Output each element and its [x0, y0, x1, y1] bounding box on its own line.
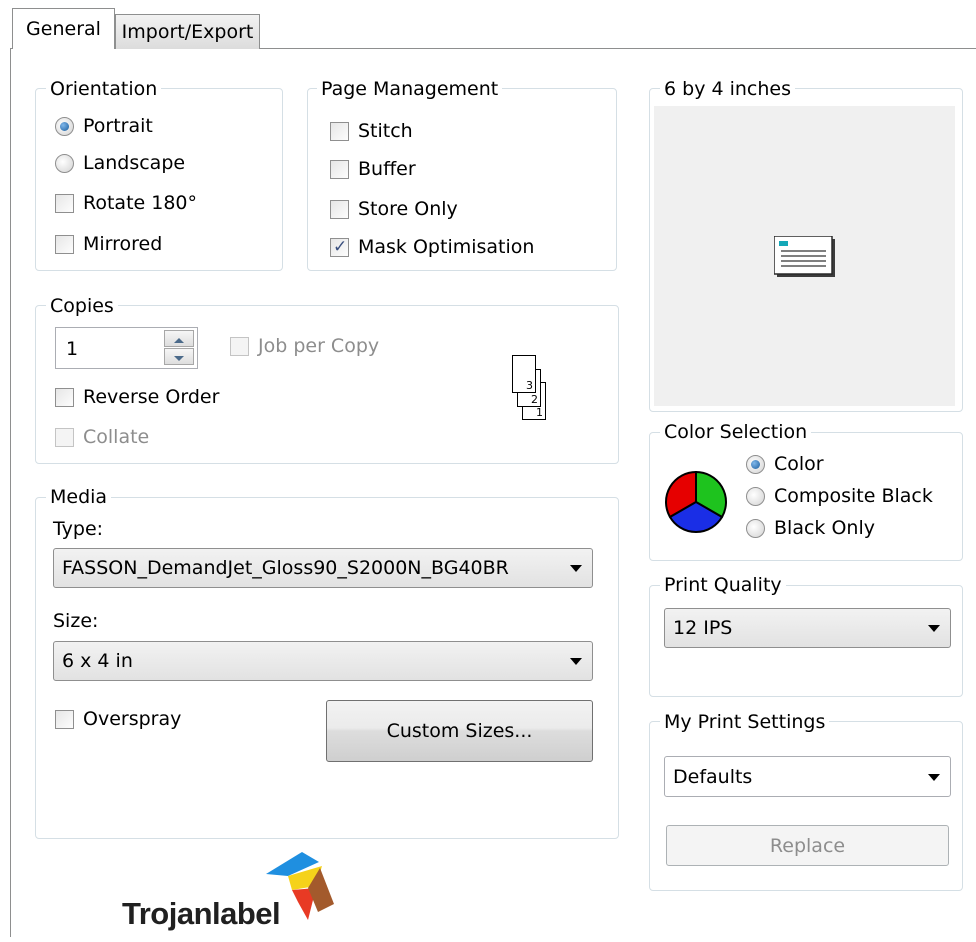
overspray-checkbox[interactable]: Overspray	[55, 707, 181, 731]
checkbox-icon	[330, 199, 349, 219]
color-label: Color	[774, 453, 824, 475]
checkbox-icon	[55, 193, 74, 213]
page-management-legend: Page Management	[317, 78, 503, 100]
overspray-label: Overspray	[83, 708, 182, 730]
checkbox-icon	[55, 234, 74, 254]
dropdown-arrow-icon	[570, 565, 582, 572]
checkbox-icon	[55, 709, 74, 729]
radio-selected-icon	[746, 454, 765, 474]
radio-unselected-icon	[746, 486, 765, 506]
tab-general[interactable]: General	[12, 8, 115, 49]
rotate-180-checkbox[interactable]: Rotate 180°	[55, 191, 197, 215]
print-quality-value: 12 IPS	[673, 617, 733, 639]
my-print-settings-dropdown[interactable]: Defaults	[664, 756, 951, 797]
checkbox-icon	[55, 387, 74, 407]
dropdown-arrow-icon	[928, 625, 940, 632]
mask-optimisation-checkbox[interactable]: ✓ Mask Optimisation	[330, 235, 534, 259]
color-radio[interactable]: Color	[746, 452, 824, 476]
checkbox-icon	[55, 427, 74, 447]
media-type-dropdown[interactable]: FASSON_DemandJet_Gloss90_S2000N_BG40BR	[53, 548, 593, 588]
preview-legend: 6 by 4 inches	[660, 78, 795, 100]
media-size-value: 6 x 4 in	[62, 650, 133, 672]
mirrored-label: Mirrored	[83, 233, 163, 255]
portrait-radio[interactable]: Portrait	[55, 114, 153, 138]
stitch-checkbox[interactable]: Stitch	[330, 119, 413, 143]
media-legend: Media	[46, 486, 112, 508]
stitch-label: Stitch	[358, 120, 413, 142]
radio-unselected-icon	[55, 153, 74, 173]
dropdown-arrow-icon	[928, 773, 940, 781]
spin-up-icon	[174, 338, 184, 343]
media-type-value: FASSON_DemandJet_Gloss90_S2000N_BG40BR	[62, 557, 509, 579]
composite-black-label: Composite Black	[774, 485, 933, 507]
collate-checkbox[interactable]: Collate	[55, 425, 149, 449]
page-stack-icon: 1 2 3	[512, 355, 548, 421]
spin-down-button[interactable]	[164, 348, 194, 365]
spin-up-button[interactable]	[164, 330, 194, 347]
radio-unselected-icon	[746, 518, 765, 538]
custom-sizes-label: Custom Sizes...	[386, 720, 533, 742]
color-selection-legend: Color Selection	[660, 421, 812, 443]
copies-legend: Copies	[46, 295, 118, 317]
tab-strip: General Import/Export	[0, 0, 976, 49]
trojanlabel-logo: Trojanlabel	[120, 850, 360, 937]
mask-optimisation-label: Mask Optimisation	[358, 236, 535, 258]
black-only-label: Black Only	[774, 517, 875, 539]
orientation-legend: Orientation	[46, 78, 162, 100]
store-only-label: Store Only	[358, 198, 458, 220]
rotate-180-label: Rotate 180°	[83, 192, 198, 214]
reverse-order-checkbox[interactable]: Reverse Order	[55, 385, 219, 409]
landscape-label: Landscape	[83, 152, 186, 174]
checkbox-icon	[330, 121, 349, 141]
checkbox-icon	[230, 336, 249, 356]
radio-selected-icon	[55, 116, 74, 136]
color-wheel-icon	[664, 470, 728, 534]
media-type-label: Type:	[53, 518, 104, 540]
tab-import-export[interactable]: Import/Export	[115, 14, 260, 49]
stack-number: 3	[526, 379, 533, 392]
reverse-order-label: Reverse Order	[83, 386, 220, 408]
my-print-settings-legend: My Print Settings	[660, 711, 830, 733]
print-quality-legend: Print Quality	[660, 574, 786, 596]
store-only-checkbox[interactable]: Store Only	[330, 197, 458, 221]
buffer-checkbox[interactable]: Buffer	[330, 157, 416, 181]
checked-checkbox-icon: ✓	[330, 237, 349, 257]
replace-label: Replace	[769, 834, 846, 857]
mirrored-checkbox[interactable]: Mirrored	[55, 232, 162, 256]
black-only-radio[interactable]: Black Only	[746, 516, 875, 540]
composite-black-radio[interactable]: Composite Black	[746, 484, 933, 508]
my-print-settings-value: Defaults	[673, 765, 753, 788]
copies-value: 1	[66, 338, 79, 360]
media-size-dropdown[interactable]: 6 x 4 in	[53, 641, 593, 681]
stack-number: 1	[536, 406, 543, 419]
custom-sizes-button[interactable]: Custom Sizes...	[326, 700, 593, 762]
job-per-copy-label: Job per Copy	[258, 335, 380, 357]
landscape-radio[interactable]: Landscape	[55, 151, 185, 175]
buffer-label: Buffer	[358, 158, 416, 180]
stack-number: 2	[531, 393, 538, 406]
tab-general-label: General	[26, 18, 101, 40]
portrait-label: Portrait	[83, 115, 153, 137]
trojanlabel-logo-text: Trojanlabel	[122, 896, 281, 931]
job-per-copy-checkbox[interactable]: Job per Copy	[230, 334, 379, 358]
print-quality-dropdown[interactable]: 12 IPS	[664, 608, 951, 648]
replace-button[interactable]: Replace	[666, 825, 949, 866]
tab-import-export-label: Import/Export	[121, 21, 254, 43]
label-preview-icon	[773, 235, 836, 278]
collate-label: Collate	[83, 426, 150, 448]
spin-down-icon	[174, 356, 184, 361]
media-size-label: Size:	[53, 610, 99, 632]
checkbox-icon	[330, 159, 349, 179]
dropdown-arrow-icon	[570, 658, 582, 665]
